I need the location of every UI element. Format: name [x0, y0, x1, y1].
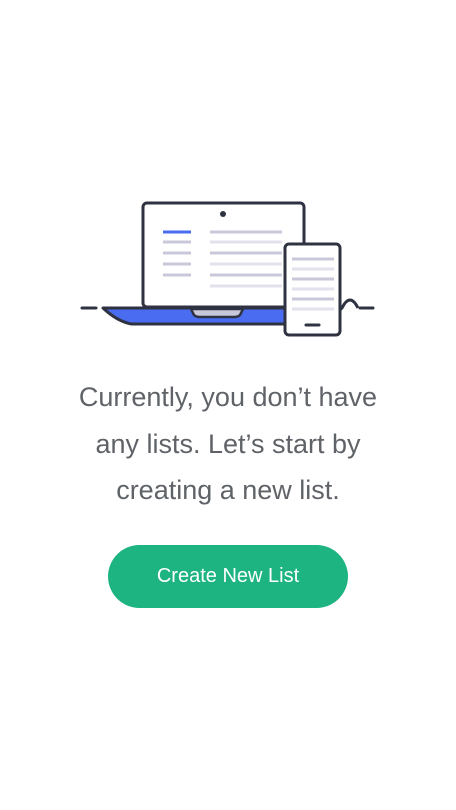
phone-icon [283, 242, 342, 337]
message-line-2: any lists. Let’s start by [95, 428, 361, 459]
empty-state-illustration [0, 0, 456, 360]
message-line-3: creating a new list. [116, 475, 340, 505]
ground-bump [340, 298, 360, 309]
message-line-1: Currently, you don’t have [78, 382, 378, 412]
empty-state-message: Currently, you don’t have any lists. Let… [40, 374, 416, 514]
create-new-list-button[interactable]: Create New List [108, 545, 348, 608]
